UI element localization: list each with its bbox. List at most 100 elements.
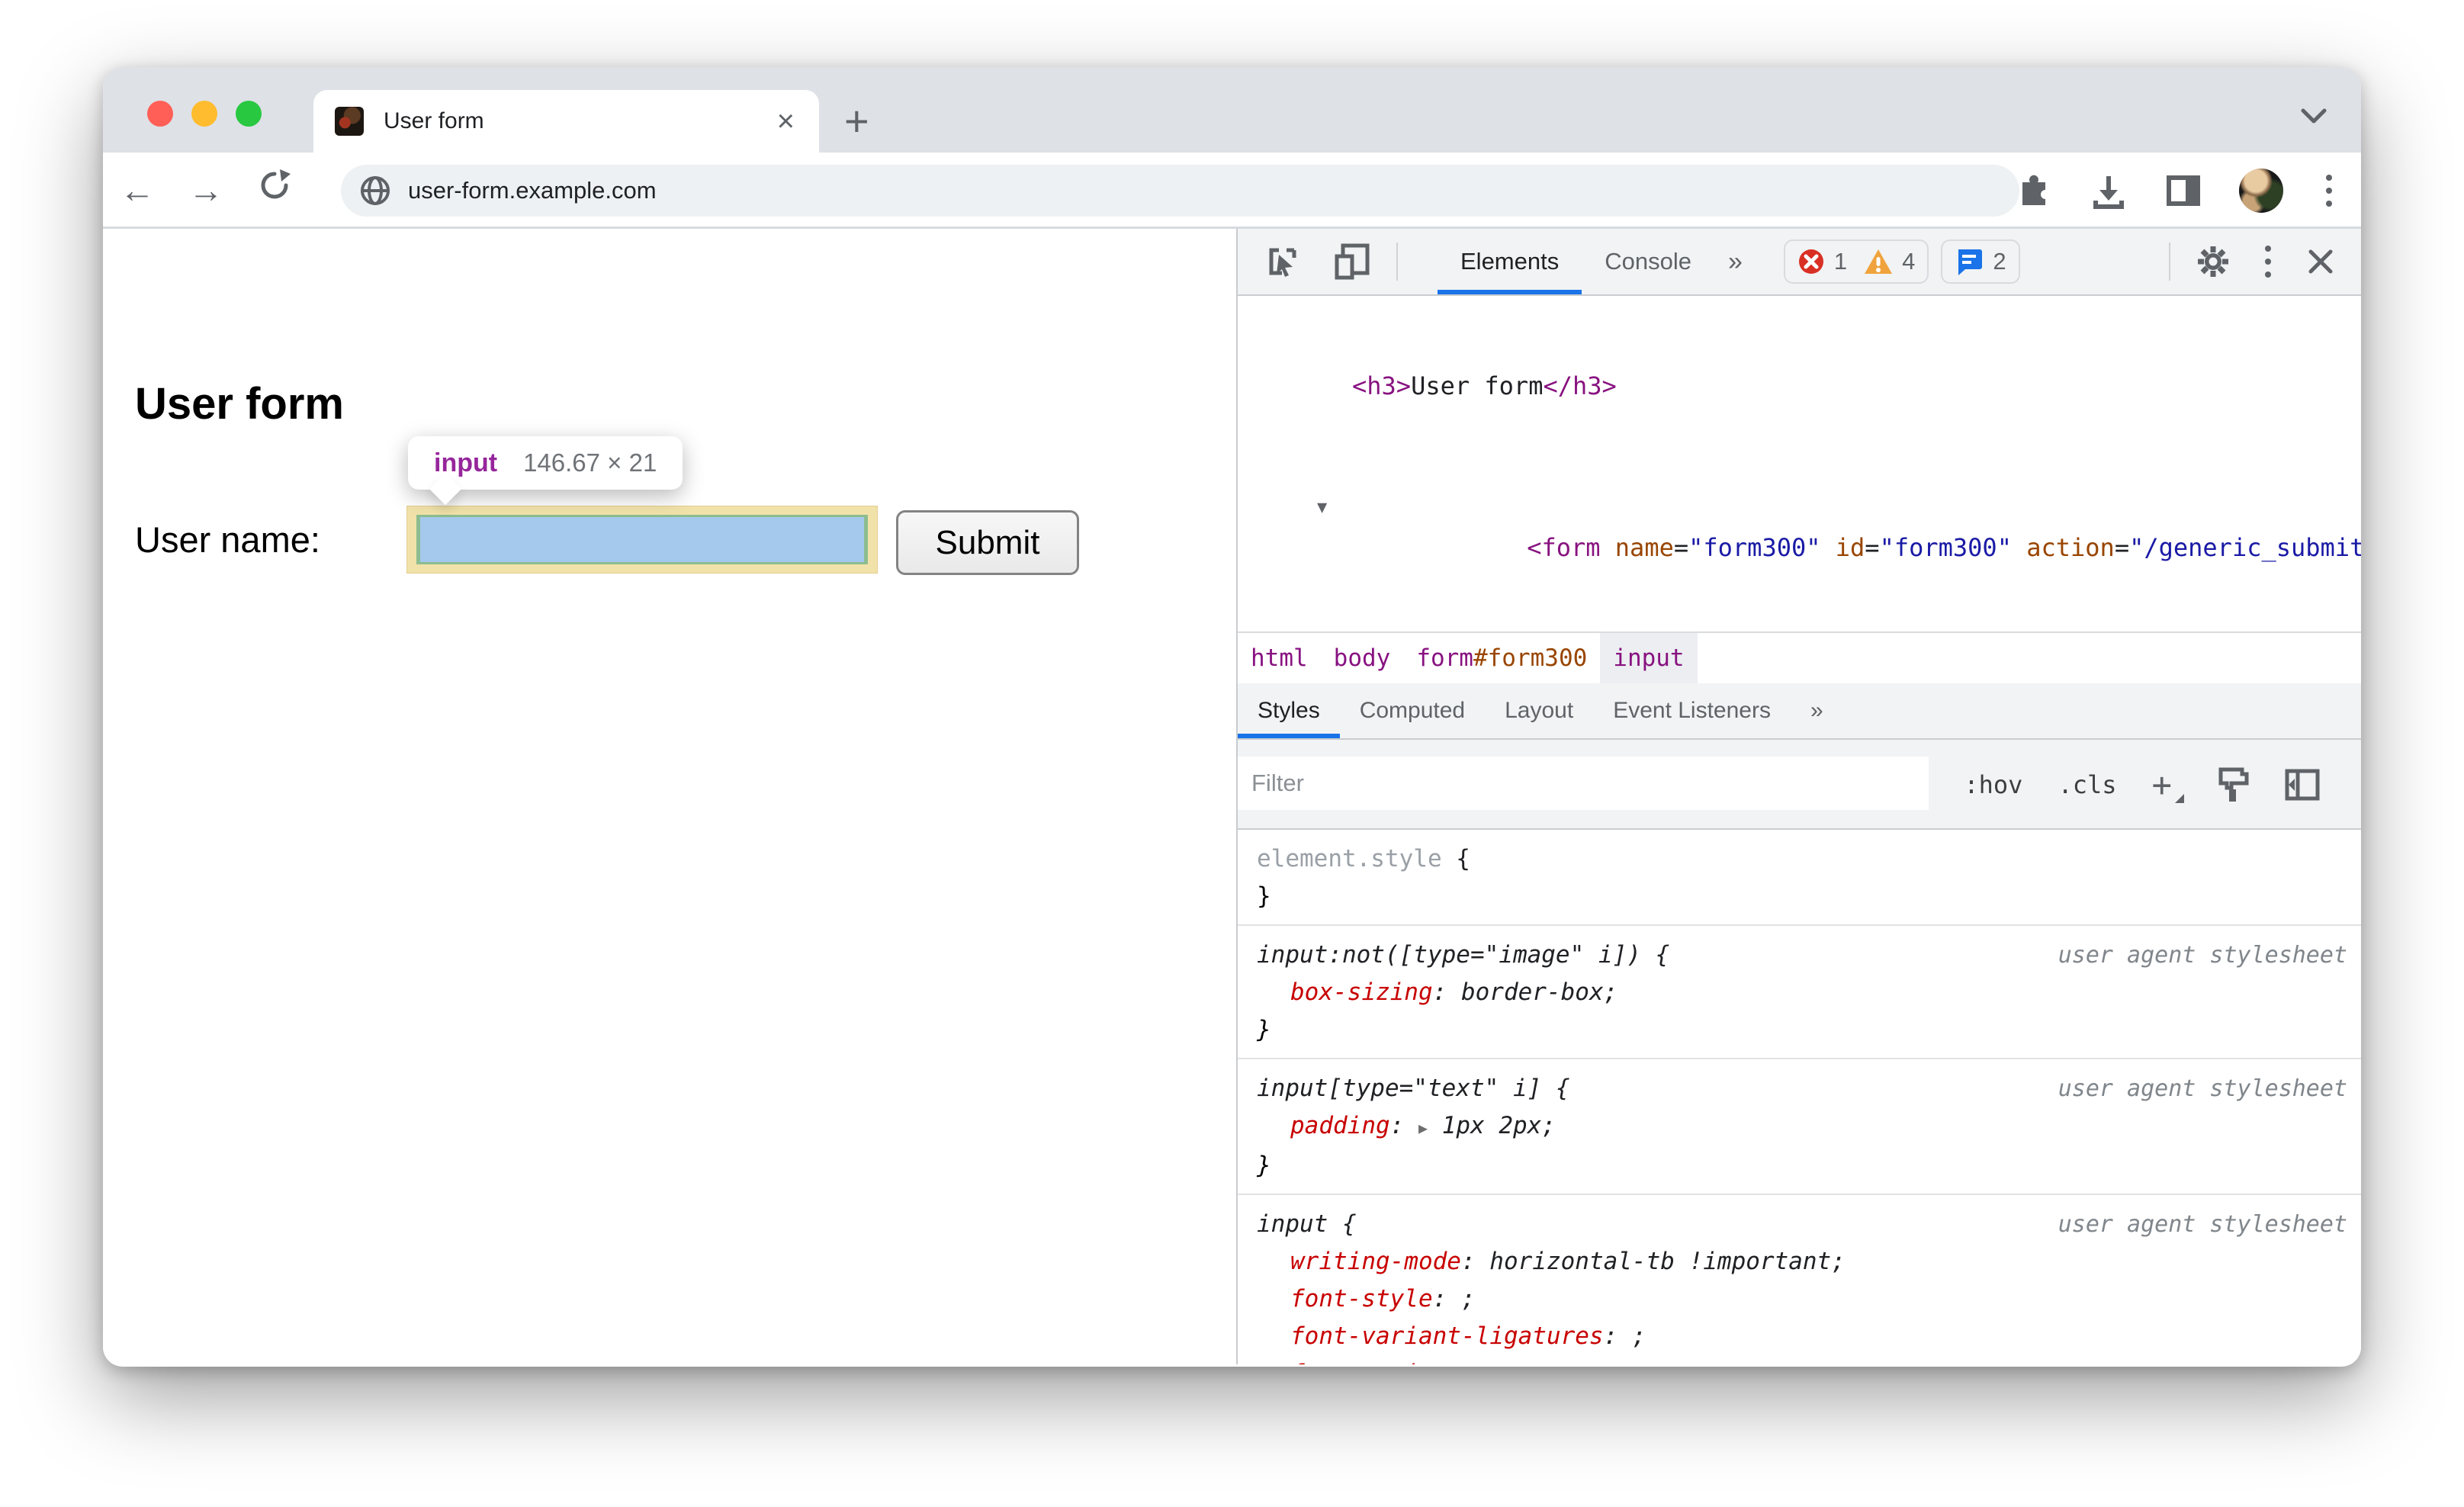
styles-filter-bar: Filter :hov .cls + <box>1238 740 2361 830</box>
style-rule-element-style[interactable]: element.style { } <box>1238 830 2361 926</box>
rule-selector: input {user agent stylesheet <box>1257 1206 2361 1243</box>
rule-property: font-variant-ligatures: ; <box>1290 1322 1646 1350</box>
desktop-background: User form × + ← → user-form.example.com <box>0 0 2464 1507</box>
devtools-toolbar-right <box>2161 229 2361 294</box>
settings-gear-icon[interactable] <box>2178 229 2248 294</box>
downloads-icon[interactable] <box>2090 172 2128 210</box>
rule-property: font-style: ; <box>1290 1285 1476 1313</box>
toggle-pseudo-hov-button[interactable]: :hov <box>1964 770 2022 799</box>
sidebar-more-tabs-chevron[interactable]: » <box>1791 683 1843 738</box>
zoom-window-button[interactable] <box>236 101 262 127</box>
style-rule-input[interactable]: input {user agent stylesheet writing-mod… <box>1238 1195 2361 1364</box>
warning-count: 4 <box>1902 248 1916 275</box>
error-count: 1 <box>1833 248 1848 275</box>
forward-button[interactable]: → <box>172 169 240 210</box>
devtools-tab-console[interactable]: Console <box>1582 229 1714 294</box>
tooltip-element-size: 146.67 × 21 <box>523 448 657 477</box>
side-panel-icon[interactable] <box>2164 172 2202 210</box>
tree-line-h3-partial[interactable]: <h3>User form</h3> <box>1238 366 2361 406</box>
style-rule-input-type-text[interactable]: input[type="text" i] {user agent stylesh… <box>1238 1059 2361 1195</box>
back-button[interactable]: ← <box>103 169 172 210</box>
toggle-cls-button[interactable]: .cls <box>2058 770 2116 799</box>
filter-input[interactable]: Filter <box>1238 757 1929 810</box>
close-window-button[interactable] <box>147 101 173 127</box>
issues-count: 2 <box>1993 248 2006 275</box>
inspect-element-icon[interactable] <box>1248 229 1317 294</box>
rule-selector: input[type="text" i] {user agent stylesh… <box>1257 1070 2361 1107</box>
address-bar[interactable]: user-form.example.com <box>341 165 2019 217</box>
tab-strip: User form × + <box>103 67 2361 153</box>
toolbar-divider <box>1396 243 1398 281</box>
rule-property: box-sizing: border-box; <box>1290 978 1618 1006</box>
profile-avatar[interactable] <box>2239 169 2283 213</box>
warning-icon <box>1865 249 1893 274</box>
more-tabs-chevron[interactable]: » <box>1714 229 1756 294</box>
window-content: User form input 146.67 × 21 User name: S… <box>103 229 2361 1364</box>
rule-close-brace: } <box>1257 1152 1271 1179</box>
rule-selector: input:not([type="image" i]) {user agent … <box>1257 937 2361 974</box>
rule-property: padding: ▶ 1px 2px; <box>1290 1112 1556 1139</box>
browser-toolbar: ← → user-form.example.com <box>103 153 2361 229</box>
tab-event-listeners[interactable]: Event Listeners <box>1593 683 1791 738</box>
issues-badge[interactable]: 2 <box>1941 239 2020 284</box>
tab-layout[interactable]: Layout <box>1485 683 1593 738</box>
breadcrumb-form[interactable]: form #form300 <box>1403 633 1600 683</box>
breadcrumb-body[interactable]: body <box>1321 633 1404 683</box>
username-input-highlighted[interactable] <box>406 506 878 574</box>
rule-property: font-variant-caps: ; <box>1257 1355 2361 1364</box>
devtools-tab-elements[interactable]: Elements <box>1438 229 1582 294</box>
tab-favicon-icon <box>335 107 364 136</box>
error-icon <box>1798 249 1823 274</box>
submit-button[interactable]: Submit <box>896 510 1079 575</box>
url-text: user-form.example.com <box>408 177 657 204</box>
breadcrumb-input[interactable]: input <box>1600 633 1698 683</box>
window-controls <box>147 101 262 127</box>
devtools-close-icon[interactable] <box>2288 229 2353 294</box>
device-toolbar-icon[interactable] <box>1317 229 1389 294</box>
errors-warnings-badge[interactable]: 1 4 <box>1783 239 1929 284</box>
rule-selector: element.style { <box>1257 845 1470 872</box>
minimize-window-button[interactable] <box>191 101 217 127</box>
tab-close-icon[interactable]: × <box>774 106 798 137</box>
rendering-brush-icon[interactable] <box>2216 766 2250 803</box>
browser-menu-kebab-icon[interactable] <box>2320 175 2338 207</box>
issues-icon <box>1958 249 1983 275</box>
expand-twisty-icon[interactable]: ▼ <box>1317 487 1327 528</box>
devtools-panel: Elements Console » 1 4 2 <h3>User form</… <box>1236 229 2361 1364</box>
style-rule-input-not-image[interactable]: input:not([type="image" i]) {user agent … <box>1238 926 2361 1059</box>
breadcrumb-html[interactable]: html <box>1238 633 1321 683</box>
sidebar-tabs: Styles Computed Layout Event Listeners » <box>1238 683 2361 740</box>
rule-close-brace: } <box>1257 882 1271 910</box>
tree-line-form-open[interactable]: ▼ <form name="form300" id="form300" actio… <box>1238 487 2361 609</box>
rule-close-brace: } <box>1257 1016 1271 1043</box>
username-label: User name: <box>135 519 320 560</box>
tab-search-chevron-icon[interactable] <box>2299 107 2329 125</box>
filter-controls: :hov .cls + <box>1964 740 2320 830</box>
reload-button[interactable] <box>240 168 309 211</box>
extensions-puzzle-icon[interactable] <box>2015 172 2053 210</box>
site-globe-icon[interactable] <box>359 175 391 207</box>
browser-tab[interactable]: User form × <box>313 90 819 153</box>
stylesheet-origin: user agent stylesheet <box>2058 1075 2347 1102</box>
tab-computed[interactable]: Computed <box>1340 683 1485 738</box>
elements-tree: <h3>User form</h3> ▼ <form name="form300"… <box>1238 296 2361 631</box>
toolbar-divider <box>2169 243 2170 281</box>
browser-window: User form × + ← → user-form.example.com <box>103 67 2361 1367</box>
inspect-tooltip: input 146.67 × 21 <box>408 436 683 506</box>
new-style-rule-button[interactable]: + <box>2152 766 2184 805</box>
page-title: User form <box>135 379 344 429</box>
highlight-content-layer <box>420 517 864 562</box>
web-page: User form input 146.67 × 21 User name: S… <box>103 229 1236 1364</box>
devtools-toolbar: Elements Console » 1 4 2 <box>1238 229 2361 296</box>
tab-title: User form <box>384 108 484 133</box>
devtools-menu-kebab-icon[interactable] <box>2248 229 2288 294</box>
tooltip-element-name: input <box>434 448 498 477</box>
tab-styles[interactable]: Styles <box>1238 683 1340 738</box>
toggle-sidebar-panel-icon[interactable] <box>2285 769 2320 801</box>
new-tab-button[interactable]: + <box>844 100 869 143</box>
dom-breadcrumbs: html body form #form300 input <box>1238 631 2361 683</box>
stylesheet-origin: user agent stylesheet <box>2058 1211 2347 1238</box>
stylesheet-origin: user agent stylesheet <box>2058 942 2347 969</box>
toolbar-actions <box>2015 153 2338 229</box>
highlight-padding-layer <box>416 515 868 564</box>
